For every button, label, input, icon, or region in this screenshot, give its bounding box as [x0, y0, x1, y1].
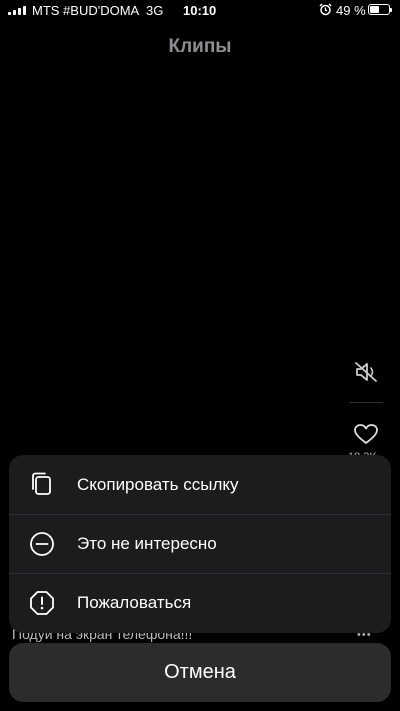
action-sheet: Скопировать ссылку Это не интересно Пожа… [9, 455, 391, 633]
signal-strength-icon [8, 6, 26, 15]
report-icon [29, 590, 55, 616]
battery-percent: 49 % [336, 3, 366, 18]
alarm-icon [319, 3, 332, 19]
page-title: Клипы [168, 36, 232, 57]
not-interested-label: Это не интересно [77, 534, 217, 553]
clock: 10:10 [183, 3, 217, 18]
battery-level [370, 6, 379, 13]
copy-link-action[interactable]: Скопировать ссылку [9, 455, 391, 514]
carrier-name: MTS #BUD'DOMA [32, 3, 140, 18]
speaker-muted-icon [355, 362, 377, 382]
mute-button[interactable] [352, 358, 380, 386]
heart-icon [354, 424, 378, 444]
side-divider [349, 402, 383, 403]
like-button[interactable] [352, 420, 380, 448]
battery-icon [368, 4, 392, 15]
report-action[interactable]: Пожаловаться [9, 573, 391, 632]
cancel-button[interactable]: Отмена [9, 643, 391, 702]
copy-link-label: Скопировать ссылку [77, 474, 239, 494]
not-interested-action[interactable]: Это не интересно [9, 514, 391, 573]
report-label: Пожаловаться [77, 593, 192, 612]
minus-circle-icon [29, 531, 55, 557]
status-bar: MTS #BUD'DOMA 3G 10:10 49 % [0, 0, 400, 22]
copy-icon [29, 471, 55, 497]
network-type: 3G [146, 3, 164, 18]
